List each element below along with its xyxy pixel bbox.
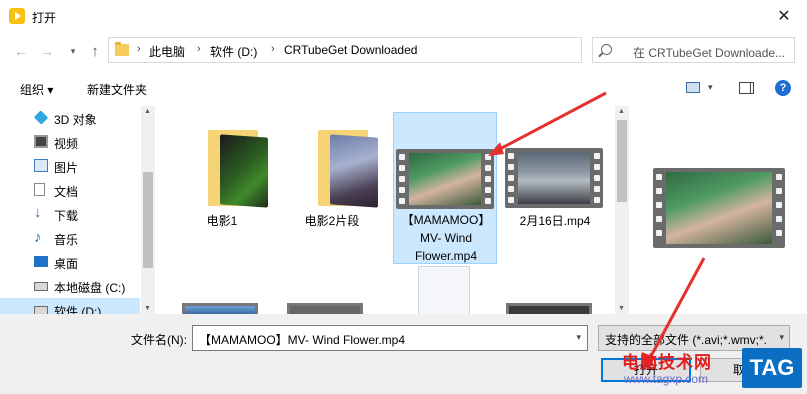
chevron-down-icon[interactable]: ▾ xyxy=(708,82,713,93)
window-title: 打开 xyxy=(32,11,57,25)
sidebar-item-3d-objects[interactable]: 3D 对象 xyxy=(0,106,140,130)
drive-icon xyxy=(34,282,48,291)
file-type-value: 支持的全部文件 (*.avi;*.wmv;*. xyxy=(605,333,768,347)
search-placeholder: 在 CRTubeGet Downloade... xyxy=(633,46,786,60)
video-icon xyxy=(34,135,48,148)
sidebar-item-desktop[interactable]: 桌面 xyxy=(0,250,140,274)
pictures-icon xyxy=(34,159,48,172)
scroll-up-arrow-icon[interactable]: ▲ xyxy=(618,108,625,115)
help-icon[interactable]: ? xyxy=(775,80,791,96)
chevron-down-icon[interactable]: ▾ xyxy=(576,332,581,343)
sidebar-item-label: 软件 (D:) xyxy=(54,305,102,314)
organize-menu-button[interactable]: 组织 ▾ xyxy=(20,81,53,98)
file-list: 电影1 电影2片段 【MAMAMOO】MV- Wind Flower.mp4 2… xyxy=(160,106,615,314)
file-name: 电影2片段 xyxy=(304,214,360,228)
watermark-url: www.tagxp.com xyxy=(624,372,709,386)
sidebar-item-label: 3D 对象 xyxy=(54,113,97,127)
sidebar-item-drive-c[interactable]: 本地磁盘 (C:) xyxy=(0,274,140,298)
sidebar-item-music[interactable]: ♪ 音乐 xyxy=(0,226,140,250)
breadcrumb-separator-icon[interactable]: › xyxy=(137,43,141,55)
file-list-scrollbar[interactable]: ▲ ▼ xyxy=(615,106,629,314)
file-item-partial[interactable] xyxy=(287,303,363,314)
navigation-pane: 3D 对象 视频 图片 文档 ↓ 下载 ♪ 音乐 桌面 本地磁盘 (C:) 软件… xyxy=(0,106,155,314)
file-item-partial[interactable] xyxy=(506,303,592,314)
desktop-icon xyxy=(34,256,48,267)
sidebar-item-label: 下载 xyxy=(54,209,79,223)
sidebar-item-label: 图片 xyxy=(54,161,79,175)
file-item-folder[interactable]: 电影1 xyxy=(170,112,274,264)
scroll-up-arrow-icon[interactable]: ▲ xyxy=(144,108,151,115)
search-icon xyxy=(601,44,612,55)
video-thumbnail-icon xyxy=(505,148,603,208)
breadcrumb-drive-d[interactable]: 软件 (D:) xyxy=(210,43,257,60)
address-bar[interactable]: › 此电脑 › 软件 (D:) › CRTubeGet Downloaded ▾… xyxy=(108,37,679,63)
folder-icon xyxy=(115,42,129,56)
scroll-down-arrow-icon[interactable]: ▼ xyxy=(618,305,625,312)
sidebar-item-label: 桌面 xyxy=(54,257,79,271)
file-name-label: 文件名(N): xyxy=(131,333,187,347)
music-icon: ♪ xyxy=(34,229,42,246)
sidebar-item-label: 本地磁盘 (C:) xyxy=(54,281,126,295)
preview-pane-icon[interactable] xyxy=(739,82,754,94)
file-name: 【MAMAMOO】MV- Wind Flower.mp4 xyxy=(401,213,491,263)
download-icon: ↓ xyxy=(34,204,42,221)
file-item-video[interactable]: 2月16日.mp4 xyxy=(503,112,607,264)
file-name-input[interactable]: 【MAMAMOO】MV- Wind Flower.mp4 ▾ xyxy=(192,325,588,351)
close-button[interactable]: ✕ xyxy=(761,0,807,32)
sidebar-item-drive-d[interactable]: 软件 (D:) xyxy=(0,298,140,314)
watermark-site-name: 电脑技术网 xyxy=(622,353,712,372)
back-arrow-icon[interactable]: ← xyxy=(12,42,30,60)
sidebar-item-documents[interactable]: 文档 xyxy=(0,178,140,202)
breadcrumb-separator-icon[interactable]: › xyxy=(197,43,201,55)
sidebar-item-label: 音乐 xyxy=(54,233,79,247)
file-name: 电影1 xyxy=(206,214,238,228)
folder-icon xyxy=(208,130,270,208)
breadcrumb-separator-icon[interactable]: › xyxy=(271,43,275,55)
file-item-partial[interactable] xyxy=(182,303,258,314)
breadcrumb-current-folder[interactable]: CRTubeGet Downloaded xyxy=(284,43,417,57)
3d-objects-icon xyxy=(33,110,49,125)
search-input[interactable]: 在 CRTubeGet Downloade... xyxy=(592,37,795,63)
sidebar-item-label: 文档 xyxy=(54,185,79,199)
video-thumbnail-icon xyxy=(396,149,494,209)
preview-pane xyxy=(631,106,807,314)
video-preview-icon xyxy=(653,168,785,248)
watermark-tag-logo: TAG xyxy=(742,348,802,388)
file-item-folder[interactable]: 电影2片段 xyxy=(280,112,384,264)
change-view-icon[interactable] xyxy=(686,82,700,93)
file-name: 2月16日.mp4 xyxy=(519,214,591,228)
drive-icon xyxy=(34,306,48,314)
file-item-partial[interactable] xyxy=(418,266,470,314)
sidebar-item-downloads[interactable]: ↓ 下载 xyxy=(0,202,140,226)
sidebar-scrollbar[interactable]: ▲ ▼ xyxy=(141,106,155,314)
scrollbar-thumb[interactable] xyxy=(617,120,627,202)
navigation-bar: ← → ▾ ↑ › 此电脑 › 软件 (D:) › CRTubeGet Down… xyxy=(0,32,807,70)
new-folder-button[interactable]: 新建文件夹 xyxy=(87,81,147,98)
play-logo-icon xyxy=(9,8,25,24)
breadcrumb-this-pc[interactable]: 此电脑 xyxy=(149,43,185,60)
scrollbar-thumb[interactable] xyxy=(143,172,153,268)
command-toolbar: 组织 ▾ 新建文件夹 ▾ ? xyxy=(0,70,807,106)
sidebar-item-label: 视频 xyxy=(54,137,79,151)
sidebar-item-videos[interactable]: 视频 xyxy=(0,130,140,154)
title-bar: 打开 ✕ xyxy=(0,0,807,32)
chevron-down-icon[interactable]: ▾ xyxy=(779,332,784,343)
up-arrow-icon[interactable]: ↑ xyxy=(86,42,104,60)
open-file-dialog: 打开 ✕ ← → ▾ ↑ › 此电脑 › 软件 (D:) › CRTubeGet… xyxy=(0,0,807,394)
folder-icon xyxy=(318,130,380,208)
file-name-value: 【MAMAMOO】MV- Wind Flower.mp4 xyxy=(199,333,406,347)
forward-arrow-icon[interactable]: → xyxy=(38,42,56,60)
scroll-down-arrow-icon[interactable]: ▼ xyxy=(144,305,151,312)
recent-locations-chevron-icon[interactable]: ▾ xyxy=(64,42,82,60)
documents-icon xyxy=(34,183,45,196)
sidebar-item-pictures[interactable]: 图片 xyxy=(0,154,140,178)
file-item-video-selected[interactable]: 【MAMAMOO】MV- Wind Flower.mp4 xyxy=(393,112,497,264)
